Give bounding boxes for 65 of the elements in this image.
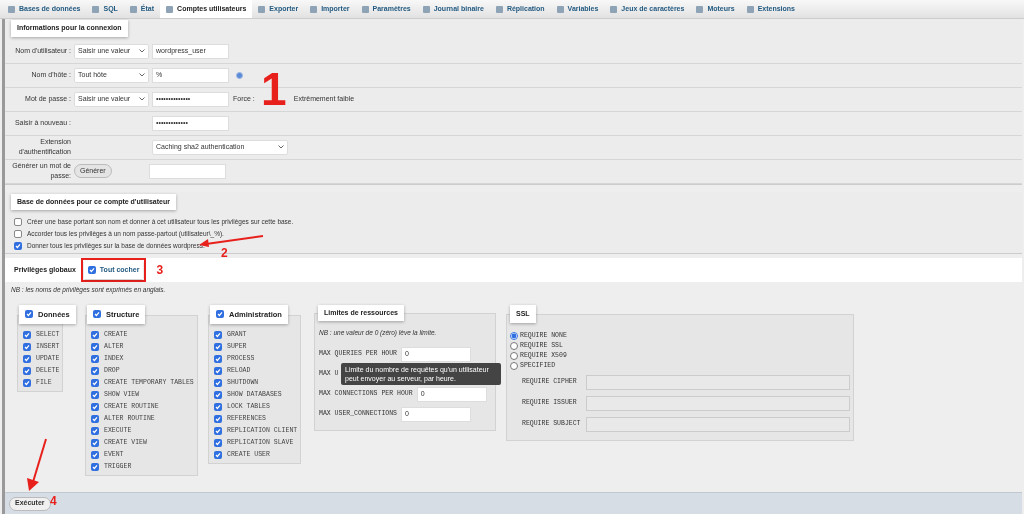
checkbox[interactable]	[91, 342, 99, 351]
tab-icon	[422, 5, 430, 13]
tab-icon	[495, 5, 503, 13]
checkbox[interactable]	[216, 310, 224, 319]
checkbox[interactable]	[91, 390, 99, 399]
tab-icon	[310, 5, 318, 13]
tab-icon	[129, 5, 137, 13]
checkbox[interactable]	[23, 354, 31, 363]
checkbox[interactable]	[214, 438, 222, 447]
tab-icon	[556, 5, 564, 13]
checkbox[interactable]	[91, 426, 99, 435]
chevron-icon	[139, 49, 145, 53]
checkbox[interactable]	[91, 378, 99, 387]
tab-icon	[746, 5, 754, 13]
annotation-arrow	[26, 438, 48, 492]
input-field[interactable]	[586, 395, 850, 411]
checkbox[interactable]	[93, 310, 101, 319]
checkbox[interactable]	[214, 366, 222, 375]
annotation-number: 4	[50, 495, 57, 507]
checkbox[interactable]	[214, 342, 222, 351]
checkbox[interactable]	[23, 330, 31, 339]
checkbox[interactable]	[91, 366, 99, 375]
annotation-number: 1	[261, 66, 287, 112]
checkbox[interactable]	[91, 438, 99, 447]
tab-icon	[696, 5, 704, 13]
checkbox[interactable]	[23, 366, 31, 375]
tab-icon	[166, 5, 174, 13]
checkbox[interactable]	[91, 450, 99, 459]
chevron-icon	[139, 97, 145, 101]
radio-button[interactable]	[510, 332, 518, 341]
tab-icon	[258, 5, 266, 13]
checkbox[interactable]	[23, 378, 31, 387]
help-icon[interactable]	[236, 71, 243, 79]
annotation-number: 3	[156, 264, 164, 276]
tab-icon	[361, 5, 369, 13]
checkbox[interactable]	[214, 426, 222, 435]
checkbox[interactable]	[214, 330, 222, 339]
input-field[interactable]	[586, 374, 850, 390]
checkbox[interactable]	[214, 354, 222, 363]
checkbox[interactable]	[214, 378, 222, 387]
checkbox[interactable]	[14, 230, 22, 238]
chevron-icon	[139, 73, 145, 77]
tab-icon	[92, 5, 100, 13]
checkbox[interactable]	[25, 310, 33, 319]
tab-icon	[610, 5, 618, 13]
chevron-icon	[278, 145, 284, 149]
checkbox[interactable]	[91, 402, 99, 411]
checkbox[interactable]	[91, 462, 99, 471]
checkbox[interactable]	[91, 414, 99, 423]
checkbox[interactable]	[87, 266, 96, 274]
radio-button[interactable]	[510, 342, 518, 351]
checkbox[interactable]	[14, 218, 22, 226]
checkbox[interactable]	[91, 354, 99, 363]
input-field[interactable]	[148, 163, 226, 179]
input-field[interactable]	[586, 416, 850, 432]
checkbox[interactable]	[214, 402, 222, 411]
checkbox[interactable]	[23, 342, 31, 351]
annotation-number: 2	[221, 247, 228, 259]
radio-button[interactable]	[510, 352, 518, 361]
checkbox[interactable]	[214, 390, 222, 399]
radio-button[interactable]	[510, 362, 518, 371]
tab-icon	[8, 5, 15, 13]
checkbox[interactable]	[214, 414, 222, 423]
checkbox[interactable]	[214, 450, 222, 459]
checkbox[interactable]	[91, 330, 99, 339]
